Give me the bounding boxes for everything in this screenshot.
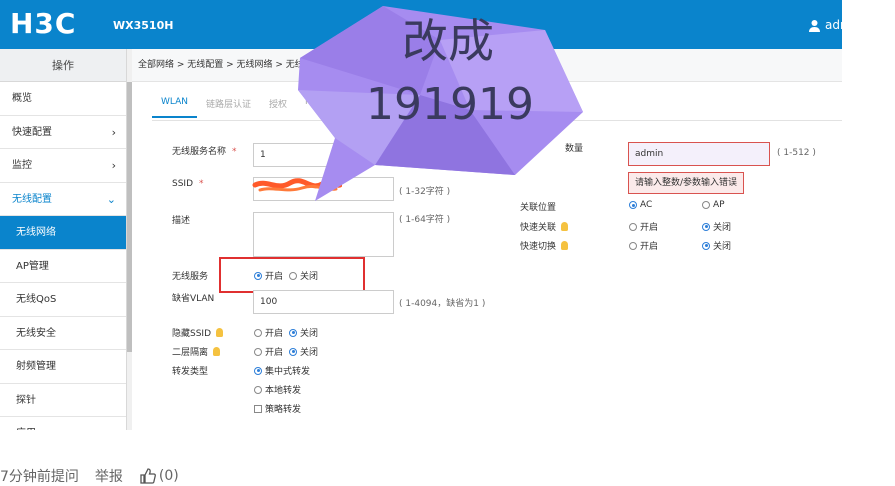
sidebar-item-label: 监控 xyxy=(12,160,32,171)
forward-central-radio[interactable]: 集中式转发 xyxy=(254,364,310,377)
sidebar-item-label: 快速配置 xyxy=(12,126,52,138)
device-model: WX3510H xyxy=(113,19,174,32)
sidebar-item-probe[interactable]: 探针 xyxy=(0,384,126,417)
radio-checked xyxy=(702,241,710,250)
ssid-hint: ( 1-32字符 ) xyxy=(399,187,451,197)
sidebar-item-label: 探针 xyxy=(16,394,36,406)
radio-unchecked xyxy=(254,328,262,337)
chevron-down-icon: ⌄ xyxy=(106,192,116,206)
error-message: 请输入整数/参数输入错误 xyxy=(628,172,745,194)
sidebar-item-label: 射频管理 xyxy=(16,361,56,372)
lightbulb-icon xyxy=(561,222,569,231)
chevron-right-icon: › xyxy=(111,125,116,139)
like-count: (0) xyxy=(158,468,179,484)
l2-isolation-label: 二层隔离 xyxy=(172,345,221,358)
user-name: adr xyxy=(825,18,842,32)
overlay-text-line2: 191919 xyxy=(366,79,534,130)
sidebar-item-label: 概览 xyxy=(12,93,32,104)
sidebar-item-wireless-config[interactable]: 无线配置 ⌄ xyxy=(0,183,126,216)
radio-unchecked xyxy=(629,222,637,231)
question-time: 7分钟前提问 xyxy=(0,469,79,485)
sidebar-item-application[interactable]: 应用 xyxy=(0,417,126,430)
checkbox-unchecked xyxy=(254,404,262,413)
radio-unchecked xyxy=(629,241,637,250)
overlay-text-line1: 改成 xyxy=(402,14,494,68)
tab-r[interactable]: R xyxy=(296,97,320,118)
fast-switch-off-radio[interactable]: 关闭 xyxy=(702,239,731,252)
tab-wlan[interactable]: WLAN xyxy=(152,97,198,118)
count-label: 数量 xyxy=(565,144,584,154)
default-vlan-label: 缺省VLAN xyxy=(172,294,215,304)
hide-ssid-on-radio[interactable]: 开启 xyxy=(254,326,283,339)
report-link[interactable]: 举报 xyxy=(95,466,123,486)
default-vlan-hint: ( 1-4094，缺省为1 ) xyxy=(399,299,486,309)
ssid-label: SSID * xyxy=(172,179,204,189)
l2-isolation-off-radio[interactable]: 关闭 xyxy=(289,345,318,358)
screenshot: H3C WX3510H adr 操作 概览 快速配置 › 监控 › 无线配置 ⌄ 无线… xyxy=(0,0,842,430)
count-input[interactable]: admin xyxy=(628,142,770,166)
sidebar-item-label: 无线QoS xyxy=(16,294,57,305)
forward-policy-checkbox[interactable]: 策略转发 xyxy=(254,402,301,415)
user-menu[interactable]: adr xyxy=(808,18,842,32)
wireless-service-label: 无线服务 xyxy=(172,272,209,282)
sidebar-item-label: AP管理 xyxy=(16,260,49,272)
sidebar-item-label: 无线配置 xyxy=(12,193,52,205)
forward-local-radio[interactable]: 本地转发 xyxy=(254,383,301,396)
radio-checked xyxy=(289,328,297,337)
tab-bar: WLAN 链路层认证 授权 R xyxy=(152,97,320,118)
thumbs-up-icon[interactable] xyxy=(139,467,157,485)
description-textarea[interactable] xyxy=(253,212,394,257)
sidebar-item-wireless-security[interactable]: 无线安全 xyxy=(0,317,126,350)
chevron-right-icon: › xyxy=(111,159,116,172)
radio-checked xyxy=(629,201,637,209)
sidebar-item-label: 应用 xyxy=(16,428,36,430)
sidebar-title: 操作 xyxy=(0,49,126,82)
hide-ssid-label: 隐藏SSID xyxy=(172,326,224,339)
description-hint: ( 1-64字符 ) xyxy=(399,215,451,225)
default-vlan-input[interactable]: 100 xyxy=(253,290,394,314)
radio-unchecked xyxy=(702,201,710,209)
highlight-box xyxy=(219,257,365,293)
assoc-location-label: 关联位置 xyxy=(520,203,557,213)
radio-checked xyxy=(254,366,262,375)
sidebar-item-wireless-network[interactable]: 无线网络 xyxy=(0,216,126,250)
sidebar-item-ap-management[interactable]: AP管理 xyxy=(0,250,126,283)
fast-switch-label: 快速切换 xyxy=(520,239,569,252)
assoc-ac-radio[interactable]: AC xyxy=(629,200,652,210)
lightbulb-icon xyxy=(213,347,221,356)
question-footer: 7分钟前提问 举报 (0) xyxy=(0,466,195,486)
sidebar-item-label: 无线安全 xyxy=(16,327,56,339)
fast-switch-on-radio[interactable]: 开启 xyxy=(629,239,658,252)
sidebar-item-wireless-qos[interactable]: 无线QoS xyxy=(0,283,126,317)
radio-unchecked xyxy=(254,385,262,394)
radio-unchecked xyxy=(254,347,262,356)
assoc-ap-radio[interactable]: AP xyxy=(702,200,725,210)
sidebar-item-overview[interactable]: 概览 xyxy=(0,82,126,116)
description-label: 描述 xyxy=(172,216,191,226)
sidebar-item-monitor[interactable]: 监控 › xyxy=(0,149,126,183)
lightbulb-icon xyxy=(561,241,569,250)
sidebar-item-radio-management[interactable]: 射频管理 xyxy=(0,350,126,384)
radio-checked xyxy=(289,347,297,356)
fast-assoc-off-radio[interactable]: 关闭 xyxy=(702,220,731,233)
h3c-logo: H3C xyxy=(10,7,77,40)
tab-authorization[interactable]: 授权 xyxy=(260,97,296,118)
sidebar: 操作 概览 快速配置 › 监控 › 无线配置 ⌄ 无线网络 AP管理 无线QoS 无线… xyxy=(0,49,127,430)
forward-type-label: 转发类型 xyxy=(172,367,209,377)
service-name-label: 无线服务名称 * xyxy=(172,147,237,157)
fast-assoc-label: 快速关联 xyxy=(520,220,569,233)
redaction-scribble xyxy=(252,178,342,192)
hide-ssid-off-radio[interactable]: 关闭 xyxy=(289,326,318,339)
user-icon xyxy=(809,19,820,32)
count-hint: ( 1-512 ) xyxy=(777,148,816,158)
sidebar-item-quick-config[interactable]: 快速配置 › xyxy=(0,116,126,149)
sidebar-item-label: 无线网络 xyxy=(16,227,56,238)
tab-link-auth[interactable]: 链路层认证 xyxy=(197,97,260,118)
service-name-input[interactable]: 1 xyxy=(253,143,363,167)
fast-assoc-on-radio[interactable]: 开启 xyxy=(629,220,658,233)
radio-checked xyxy=(702,222,710,231)
lightbulb-icon xyxy=(216,328,224,337)
l2-isolation-on-radio[interactable]: 开启 xyxy=(254,345,283,358)
